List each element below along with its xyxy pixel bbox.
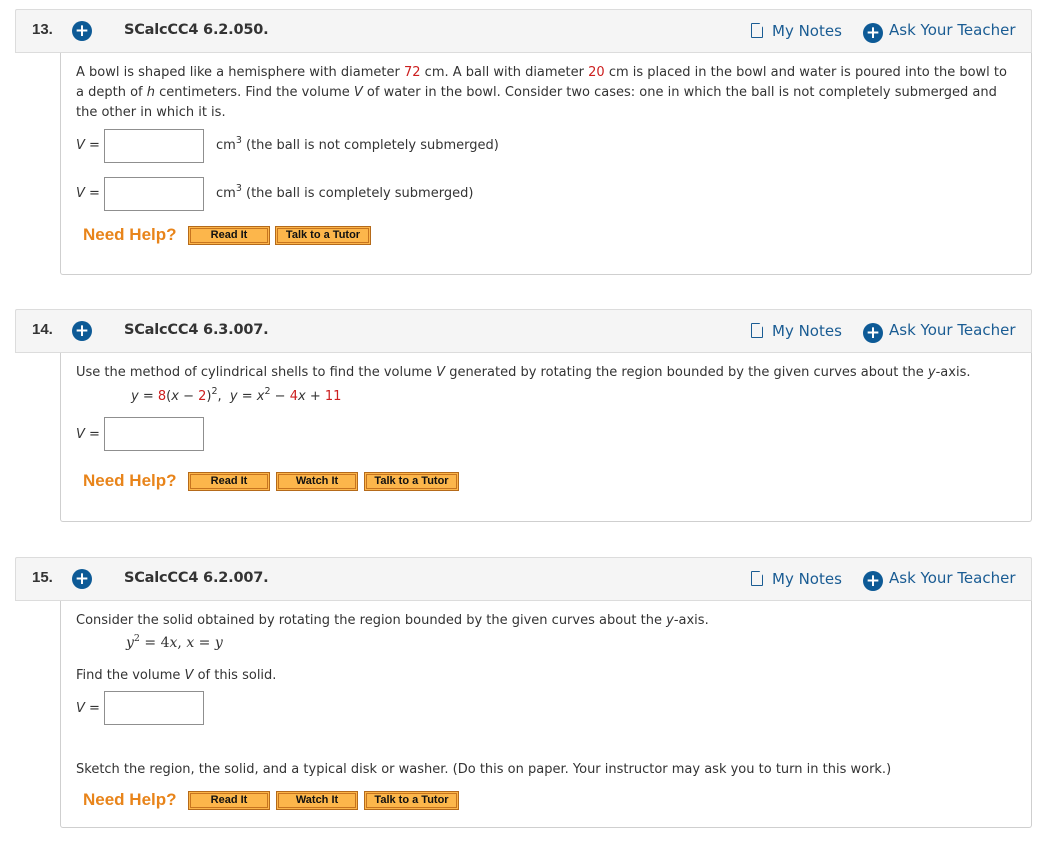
ask-plus-icon: + <box>863 571 883 591</box>
answer-row: V = <box>76 417 1016 455</box>
need-help-label: Need Help? <box>83 225 177 244</box>
my-notes-label: My Notes <box>772 570 842 588</box>
answer-input-volume[interactable] <box>104 417 204 451</box>
question-number: 13. <box>32 21 53 38</box>
need-help-label: Need Help? <box>83 790 177 809</box>
question-14: 14. + SCalcCC4 6.3.007. My Notes + Ask Yo… <box>15 309 1032 522</box>
talk-to-tutor-button[interactable]: Talk to a Tutor <box>275 226 371 245</box>
need-help-bar: Need Help? Read It Talk to a Tutor <box>76 223 1016 249</box>
answer-row: V = cm3 (the ball is not completely subm… <box>76 129 1016 167</box>
notes-document-icon <box>751 323 763 338</box>
question-body: A bowl is shaped like a hemisphere with … <box>60 53 1032 275</box>
expand-plus-icon[interactable]: + <box>72 569 92 589</box>
my-notes-link[interactable]: My Notes <box>751 321 842 340</box>
curves-equation: y2 = 4x, x = y <box>126 633 223 651</box>
answer-label: V = <box>76 138 100 153</box>
watch-it-button[interactable]: Watch It <box>276 472 358 491</box>
talk-to-tutor-button[interactable]: Talk to a Tutor <box>364 791 459 810</box>
answer-input-submerged[interactable] <box>104 177 204 211</box>
talk-to-tutor-button[interactable]: Talk to a Tutor <box>364 472 459 491</box>
notes-document-icon <box>751 571 763 586</box>
question-header: 13. + SCalcCC4 6.2.050. My Notes + Ask Yo… <box>15 9 1032 53</box>
read-it-button[interactable]: Read It <box>188 472 270 491</box>
ask-plus-icon: + <box>863 323 883 343</box>
expand-plus-icon[interactable]: + <box>72 21 92 41</box>
my-notes-link[interactable]: My Notes <box>751 569 842 588</box>
answer-unit: cm3 (the ball is not completely submerge… <box>216 135 499 153</box>
answer-label: V = <box>76 427 100 442</box>
question-number: 14. <box>32 321 53 338</box>
question-header: 15. + SCalcCC4 6.2.007. My Notes + Ask Yo… <box>15 557 1032 601</box>
answer-input-volume[interactable] <box>104 691 204 725</box>
bowl-diameter-value: 72 <box>404 65 421 80</box>
ask-your-teacher-link[interactable]: + Ask Your Teacher <box>863 321 1016 343</box>
question-body: Use the method of cylindrical shells to … <box>60 353 1032 522</box>
question-header: 14. + SCalcCC4 6.3.007. My Notes + Ask Yo… <box>15 309 1032 353</box>
my-notes-label: My Notes <box>772 22 842 40</box>
find-volume-text: Find the volume V of this solid. <box>76 668 277 683</box>
question-15: 15. + SCalcCC4 6.2.007. My Notes + Ask Yo… <box>15 557 1032 828</box>
watch-it-button[interactable]: Watch It <box>276 791 358 810</box>
ask-your-teacher-link[interactable]: + Ask Your Teacher <box>863 21 1016 43</box>
need-help-bar: Need Help? Read It Watch It Talk to a Tu… <box>76 469 1016 495</box>
question-body: Consider the solid obtained by rotating … <box>60 601 1032 828</box>
ask-plus-icon: + <box>863 23 883 43</box>
curves-equation: y = 8(x − 2)2, y = x2 − 4x + 11 <box>131 386 342 404</box>
need-help-label: Need Help? <box>83 471 177 490</box>
answer-label: V = <box>76 186 100 201</box>
question-13: 13. + SCalcCC4 6.2.050. My Notes + Ask Yo… <box>15 9 1032 275</box>
ask-your-teacher-link[interactable]: + Ask Your Teacher <box>863 569 1016 591</box>
read-it-button[interactable]: Read It <box>188 791 270 810</box>
read-it-button[interactable]: Read It <box>188 226 270 245</box>
answer-input-not-submerged[interactable] <box>104 129 204 163</box>
question-code: SCalcCC4 6.3.007. <box>124 322 269 338</box>
answer-label: V = <box>76 701 100 716</box>
answer-row: V = cm3 (the ball is completely submerge… <box>76 177 1016 215</box>
my-notes-label: My Notes <box>772 322 842 340</box>
sketch-instructions: Sketch the region, the solid, and a typi… <box>76 762 892 777</box>
notes-document-icon <box>751 23 763 38</box>
question-code: SCalcCC4 6.2.050. <box>124 22 269 38</box>
my-notes-link[interactable]: My Notes <box>751 21 842 40</box>
ask-teacher-label: Ask Your Teacher <box>889 569 1016 587</box>
question-text: A bowl is shaped like a hemisphere with … <box>76 65 1007 120</box>
need-help-bar: Need Help? Read It Watch It Talk to a Tu… <box>76 788 1016 814</box>
answer-row: V = <box>76 691 1016 729</box>
expand-plus-icon[interactable]: + <box>72 321 92 341</box>
ball-diameter-value: 20 <box>588 65 605 80</box>
ask-teacher-label: Ask Your Teacher <box>889 21 1016 39</box>
question-text: Consider the solid obtained by rotating … <box>76 613 709 628</box>
question-text: Use the method of cylindrical shells to … <box>76 365 971 380</box>
question-number: 15. <box>32 569 53 586</box>
answer-unit: cm3 (the ball is completely submerged) <box>216 183 474 201</box>
question-code: SCalcCC4 6.2.007. <box>124 570 269 586</box>
ask-teacher-label: Ask Your Teacher <box>889 321 1016 339</box>
